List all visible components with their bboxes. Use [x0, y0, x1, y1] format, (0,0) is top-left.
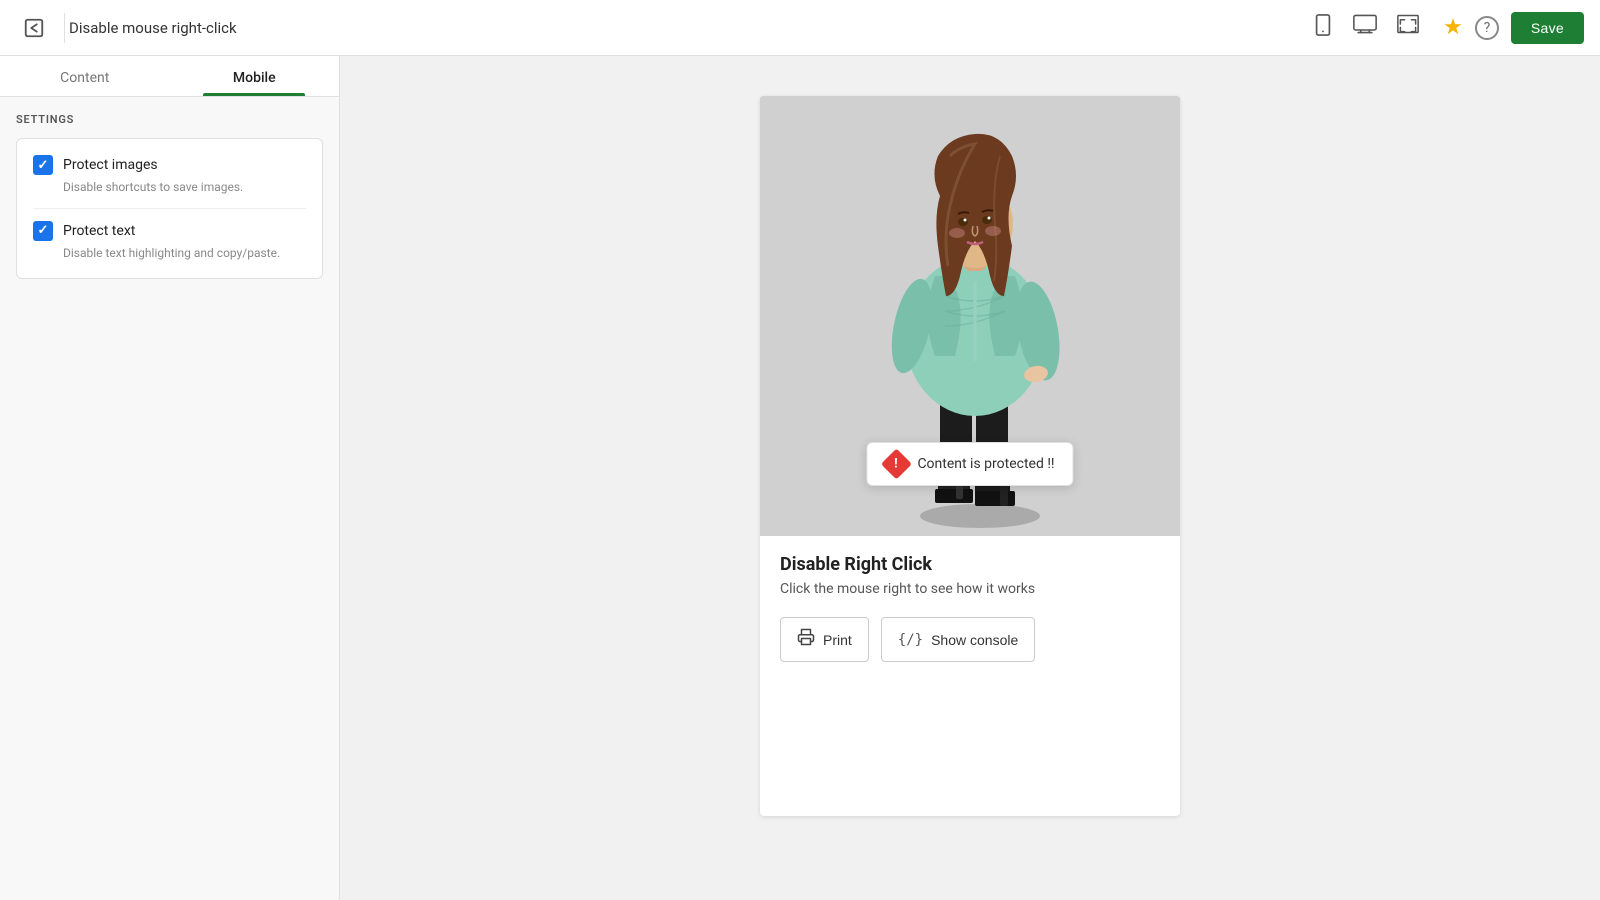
- tab-mobile[interactable]: Mobile: [170, 56, 340, 96]
- back-button[interactable]: [16, 10, 52, 46]
- tab-content[interactable]: Content: [0, 56, 170, 96]
- protect-text-label: Protect text: [63, 223, 135, 239]
- fullscreen-view-icon[interactable]: [1393, 10, 1423, 45]
- show-console-label: Show console: [931, 632, 1018, 648]
- settings-divider: [33, 208, 306, 209]
- header-divider-left: [64, 13, 65, 43]
- show-console-button[interactable]: {/} Show console: [881, 617, 1035, 662]
- help-icon[interactable]: ?: [1475, 16, 1499, 40]
- preview-content-area: Disable Right Click Click the mouse righ…: [760, 536, 1180, 680]
- print-label: Print: [823, 632, 852, 648]
- preview-card: Content is protected !! Disable Right Cl…: [760, 96, 1180, 816]
- device-icons-group: [1309, 10, 1423, 45]
- protect-text-checkbox[interactable]: [33, 221, 53, 241]
- preview-heading: Disable Right Click: [780, 554, 1160, 575]
- print-button[interactable]: Print: [780, 617, 869, 662]
- content-protected-toast: Content is protected !!: [866, 442, 1073, 486]
- settings-section: SETTINGS Protect images Disable shortcut…: [0, 97, 339, 295]
- setting-text-header: Protect text: [33, 221, 306, 241]
- main-layout: Content Mobile SETTINGS Protect images D…: [0, 56, 1600, 900]
- desktop-view-icon[interactable]: [1349, 10, 1381, 45]
- sidebar: Content Mobile SETTINGS Protect images D…: [0, 56, 340, 900]
- save-button[interactable]: Save: [1511, 12, 1584, 44]
- protect-text-desc: Disable text highlighting and copy/paste…: [63, 245, 306, 262]
- page-title: Disable mouse right-click: [69, 19, 1309, 37]
- header: Disable mouse right-click: [0, 0, 1600, 56]
- preview-subtext: Click the mouse right to see how it work…: [780, 581, 1160, 597]
- setting-protect-text: Protect text Disable text highlighting a…: [33, 221, 306, 262]
- protect-images-checkbox[interactable]: [33, 155, 53, 175]
- preview-actions: Print {/} Show console: [780, 617, 1160, 662]
- print-icon: [797, 628, 815, 651]
- settings-card: Protect images Disable shortcuts to save…: [16, 138, 323, 279]
- mobile-view-icon[interactable]: [1309, 10, 1337, 45]
- settings-label: SETTINGS: [16, 113, 323, 126]
- sidebar-tabs: Content Mobile: [0, 56, 339, 97]
- star-icon[interactable]: ★: [1443, 15, 1463, 40]
- protect-images-desc: Disable shortcuts to save images.: [63, 179, 306, 196]
- header-right-controls: ★ ? Save: [1443, 12, 1584, 44]
- console-icon: {/}: [898, 632, 923, 648]
- setting-protect-images: Protect images Disable shortcuts to save…: [33, 155, 306, 196]
- preview-image-container: Content is protected !!: [760, 96, 1180, 536]
- preview-area: Content is protected !! Disable Right Cl…: [340, 56, 1600, 900]
- toast-warning-icon: [881, 448, 912, 479]
- toast-message: Content is protected !!: [917, 456, 1054, 472]
- setting-images-header: Protect images: [33, 155, 306, 175]
- protect-images-label: Protect images: [63, 157, 158, 173]
